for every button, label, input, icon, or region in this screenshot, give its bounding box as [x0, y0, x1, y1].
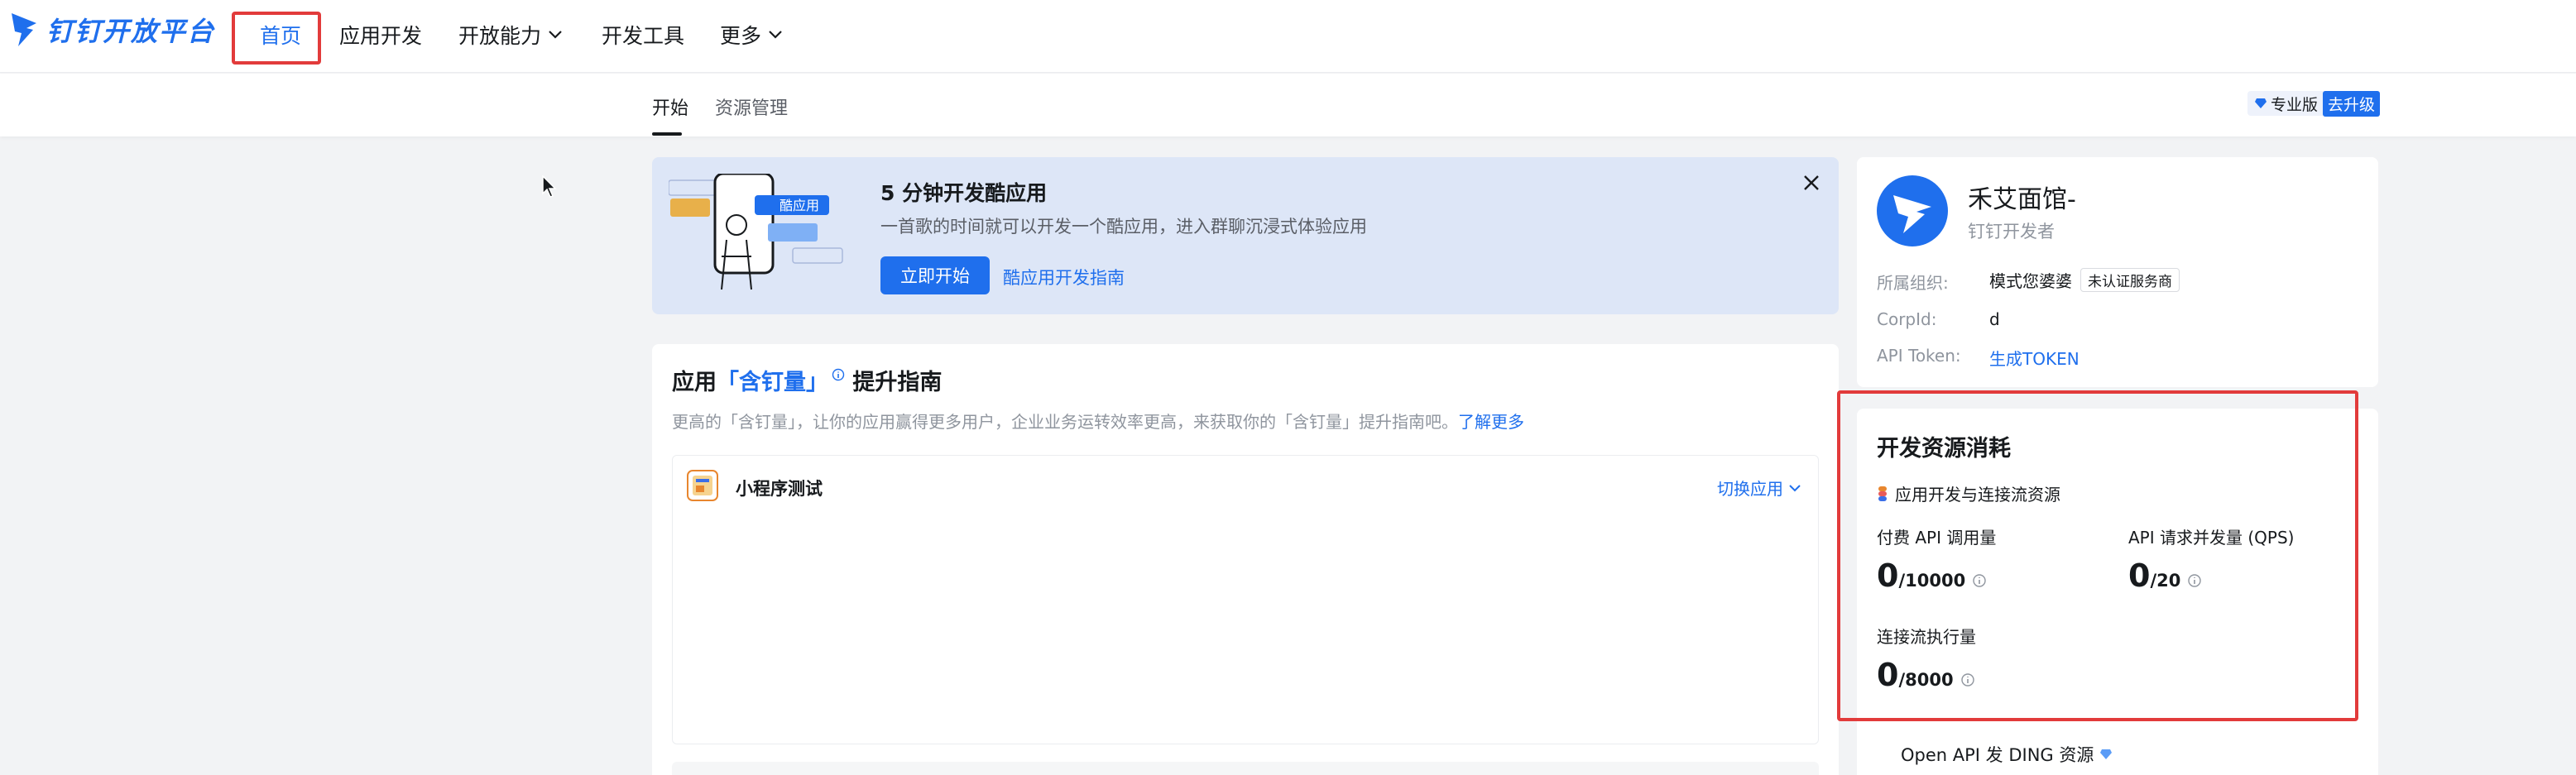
generate-token-link[interactable]: 生成TOKEN	[1989, 346, 2080, 370]
switch-app-label: 切换应用	[1717, 479, 1783, 499]
dingtalk-wing-icon	[12, 13, 36, 46]
nav-open-capabilities-label: 开放能力	[458, 24, 542, 48]
profile-role: 钉钉开发者	[1968, 222, 2055, 242]
cool-app-illustration: 酷应用	[669, 174, 843, 290]
api-token-label: API Token:	[1877, 346, 1961, 366]
app-selector-panel: 小程序测试 切换应用	[672, 455, 1819, 744]
banner-description: 一首歌的时间就可以开发一个酷应用，进入群聊沉浸式体验应用	[880, 217, 1367, 237]
org-value: 模式您婆婆 未认证服务商	[1989, 268, 2180, 292]
start-now-button[interactable]: 立即开始	[880, 256, 990, 294]
chevron-down-icon	[549, 31, 562, 39]
corpid-label: CorpId:	[1877, 309, 1937, 329]
logo-text: 钉钉开放平台	[46, 16, 216, 47]
switch-app-button[interactable]: 切换应用	[1717, 476, 1801, 500]
nav-more[interactable]: 更多	[720, 18, 783, 51]
upgrade-button[interactable]: 去升级	[2323, 90, 2381, 117]
tab-resource-management[interactable]: 资源管理	[715, 93, 788, 120]
pro-edition-label: 专业版	[2271, 95, 2319, 114]
guide-description: 更高的「含钉量」，让你的应用赢得更多用户，企业业务运转效率更高，来获取你的「含钉…	[672, 409, 1524, 433]
guide-title-prefix: 应用	[672, 370, 717, 395]
highlight-box-home	[232, 12, 321, 65]
diamond-icon	[2100, 749, 2113, 759]
org-name: 模式您婆婆	[1989, 271, 2072, 291]
sub-navigation: 开始 资源管理	[0, 74, 2576, 136]
uncertified-provider-tag: 未认证服务商	[2080, 268, 2180, 292]
org-label: 所属组织:	[1877, 273, 1949, 293]
diamond-icon	[2255, 98, 2267, 108]
nav-more-label: 更多	[720, 24, 762, 48]
illustration-tag: 酷应用	[780, 198, 819, 213]
pro-edition-badge[interactable]: 专业版 去升级	[2247, 90, 2381, 117]
nav-app-development[interactable]: 应用开发	[339, 18, 422, 51]
nav-dev-tools[interactable]: 开发工具	[602, 18, 684, 51]
guide-description-text: 更高的「含钉量」，让你的应用赢得更多用户，企业业务运转效率更高，来获取你的「含钉…	[672, 412, 1458, 432]
learn-more-link[interactable]: 了解更多	[1458, 412, 1524, 432]
app-improvement-guide-card: 应用「含钉量」 提升指南 更高的「含钉量」，让你的应用赢得更多用户，企业业务运转…	[652, 344, 1839, 775]
info-icon[interactable]	[832, 368, 845, 381]
guide-title: 应用「含钉量」 提升指南	[672, 364, 942, 396]
banner-title: 5 分钟开发酷应用	[880, 181, 1048, 205]
chevron-down-icon	[1789, 484, 1801, 491]
nav-open-capabilities[interactable]: 开放能力	[458, 18, 563, 51]
app-name: 小程序测试	[736, 479, 823, 499]
cool-app-guide-link[interactable]: 酷应用开发指南	[1003, 265, 1125, 289]
guide-title-suffix: 提升指南	[852, 370, 943, 395]
cool-app-banner: 酷应用 5 分钟开发酷应用 一首歌的时间就可以开发一个酷应用，进入群聊沉浸式体验…	[652, 157, 1839, 314]
dingtalk-logo[interactable]: 钉钉开放平台	[8, 10, 215, 50]
highlight-box-resources	[1837, 390, 2358, 721]
tab-start[interactable]: 开始	[652, 93, 688, 120]
guide-title-highlight: 「含钉量」	[717, 370, 828, 395]
top-navigation: 钉钉开放平台 首页 应用开发 开放能力 开发工具 更多	[0, 0, 2576, 73]
chevron-down-icon	[769, 31, 782, 39]
close-icon[interactable]	[1802, 174, 1820, 192]
active-tab-indicator	[652, 132, 682, 136]
guide-next-section	[672, 762, 1819, 775]
mini-program-icon	[687, 470, 718, 501]
developer-profile-card: 禾艾面馆- 钉钉开发者 所属组织: 模式您婆婆 未认证服务商 CorpId: d…	[1857, 157, 2378, 387]
avatar	[1877, 175, 1948, 246]
mouse-cursor-icon	[542, 175, 557, 198]
profile-name: 禾艾面馆-	[1968, 185, 2076, 214]
ding-resource-label: Open API 发 DING 资源	[1901, 745, 2094, 765]
ding-resource-row: Open API 发 DING 资源	[1901, 742, 2113, 767]
corpid-value: d	[1989, 309, 2000, 329]
